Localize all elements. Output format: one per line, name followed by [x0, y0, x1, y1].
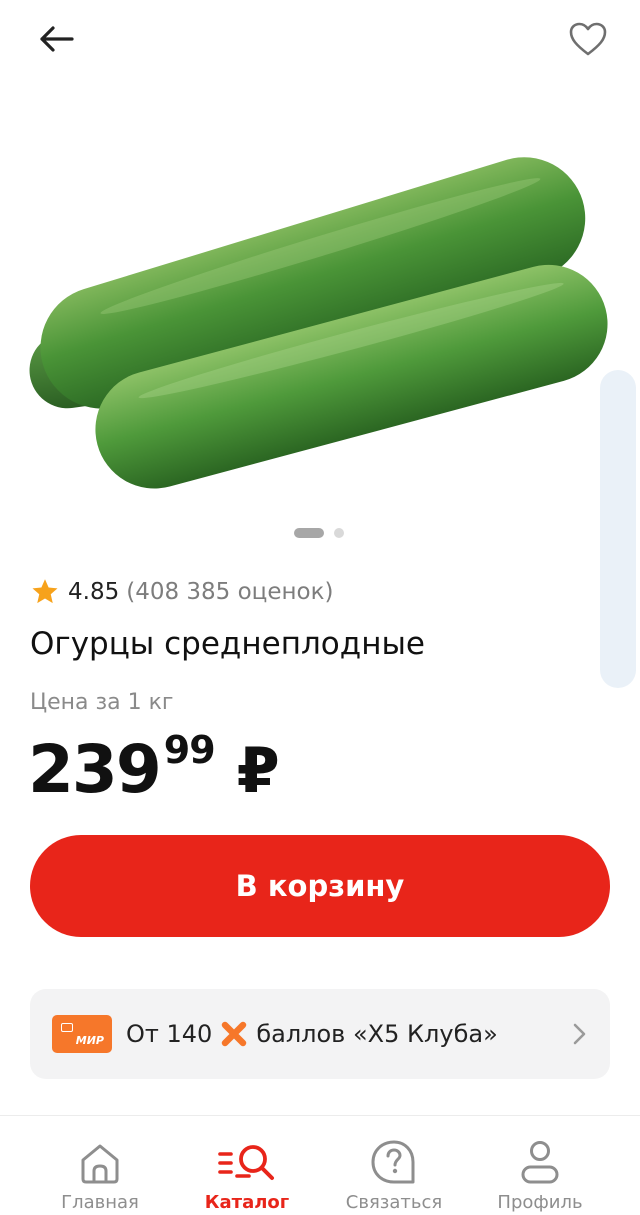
heart-outline-icon: [569, 22, 607, 56]
nav-item-home[interactable]: Главная: [20, 1116, 180, 1215]
chevron-right-icon: [573, 1023, 586, 1045]
price-label: Цена за 1 кг: [30, 690, 174, 715]
bottom-navigation: Главная Каталог Связаться Профиль: [0, 1115, 640, 1215]
price-kopecks: 99: [163, 728, 216, 772]
nav-item-contact[interactable]: Связаться: [314, 1116, 474, 1215]
product-image[interactable]: [0, 80, 640, 500]
bonus-club-label: баллов «Х5 Клуба»: [256, 1020, 498, 1048]
profile-icon: [521, 1141, 559, 1184]
mir-card-icon: МИР: [52, 1015, 112, 1053]
catalog-search-icon: [218, 1145, 274, 1180]
nav-item-profile[interactable]: Профиль: [460, 1116, 620, 1215]
bonus-points-card[interactable]: МИР От 140 баллов «Х5 Клуба»: [30, 989, 610, 1079]
x5-cross-icon: [222, 1021, 247, 1047]
nav-item-catalog[interactable]: Каталог: [167, 1116, 327, 1215]
nav-label-catalog: Каталог: [204, 1192, 290, 1213]
favorite-button[interactable]: [562, 14, 614, 64]
nav-label-home: Главная: [61, 1192, 139, 1213]
pager-dot[interactable]: [334, 528, 344, 538]
price-rubles: 239: [28, 731, 162, 808]
pager-dot-active[interactable]: [294, 528, 324, 538]
cucumber-illustration: [29, 157, 608, 489]
top-bar: [0, 0, 640, 80]
product-title: Огурцы среднеплодные: [30, 626, 426, 662]
star-icon: [32, 579, 58, 604]
back-button[interactable]: [30, 16, 82, 62]
bonus-text: От 140 баллов «Х5 Клуба»: [126, 989, 498, 1079]
add-to-cart-button[interactable]: В корзину: [30, 835, 610, 937]
nav-label-contact: Связаться: [345, 1192, 443, 1213]
help-chat-icon: [371, 1140, 415, 1184]
mir-brand-label: МИР: [75, 1034, 104, 1047]
product-rating[interactable]: 4.85 (408 385 оценок): [30, 574, 333, 610]
bonus-amount: От 140: [126, 1020, 213, 1048]
home-icon: [81, 1144, 119, 1184]
nav-label-profile: Профиль: [497, 1192, 583, 1213]
rating-score: 4.85: [68, 579, 120, 605]
currency-symbol: ₽: [236, 734, 280, 807]
image-pager: [0, 528, 640, 540]
card-chip-icon: [61, 1023, 73, 1032]
product-price: 239 99 ₽: [28, 725, 280, 815]
arrow-left-icon: [40, 26, 74, 52]
rating-count: (408 385 оценок): [126, 579, 334, 605]
